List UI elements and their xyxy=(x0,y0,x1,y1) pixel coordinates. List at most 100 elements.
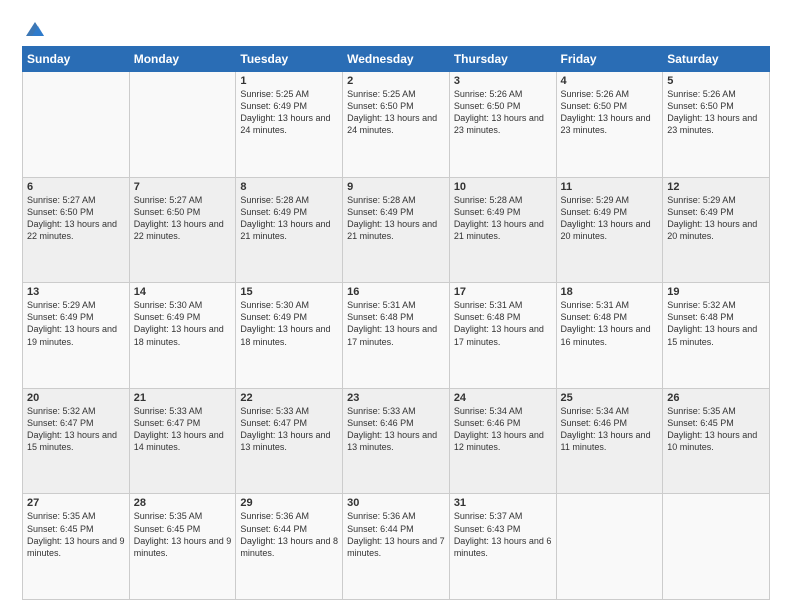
day-cell: 20Sunrise: 5:32 AM Sunset: 6:47 PM Dayli… xyxy=(23,388,130,494)
day-info: Sunrise: 5:32 AM Sunset: 6:47 PM Dayligh… xyxy=(27,405,125,454)
col-header-tuesday: Tuesday xyxy=(236,47,343,72)
day-cell: 24Sunrise: 5:34 AM Sunset: 6:46 PM Dayli… xyxy=(449,388,556,494)
day-cell: 19Sunrise: 5:32 AM Sunset: 6:48 PM Dayli… xyxy=(663,283,770,389)
day-number: 1 xyxy=(240,75,338,87)
day-number: 5 xyxy=(667,75,765,87)
day-info: Sunrise: 5:29 AM Sunset: 6:49 PM Dayligh… xyxy=(27,299,125,348)
day-number: 3 xyxy=(454,75,552,87)
day-info: Sunrise: 5:36 AM Sunset: 6:44 PM Dayligh… xyxy=(347,510,445,559)
week-row: 27Sunrise: 5:35 AM Sunset: 6:45 PM Dayli… xyxy=(23,494,770,600)
day-number: 9 xyxy=(347,181,445,193)
day-number: 2 xyxy=(347,75,445,87)
day-info: Sunrise: 5:33 AM Sunset: 6:47 PM Dayligh… xyxy=(134,405,232,454)
day-cell: 4Sunrise: 5:26 AM Sunset: 6:50 PM Daylig… xyxy=(556,72,663,178)
day-info: Sunrise: 5:26 AM Sunset: 6:50 PM Dayligh… xyxy=(561,88,659,137)
day-cell: 28Sunrise: 5:35 AM Sunset: 6:45 PM Dayli… xyxy=(129,494,236,600)
day-cell: 16Sunrise: 5:31 AM Sunset: 6:48 PM Dayli… xyxy=(343,283,450,389)
day-cell: 27Sunrise: 5:35 AM Sunset: 6:45 PM Dayli… xyxy=(23,494,130,600)
day-number: 25 xyxy=(561,392,659,404)
day-cell: 15Sunrise: 5:30 AM Sunset: 6:49 PM Dayli… xyxy=(236,283,343,389)
day-cell: 8Sunrise: 5:28 AM Sunset: 6:49 PM Daylig… xyxy=(236,177,343,283)
day-cell: 12Sunrise: 5:29 AM Sunset: 6:49 PM Dayli… xyxy=(663,177,770,283)
day-number: 14 xyxy=(134,286,232,298)
day-info: Sunrise: 5:31 AM Sunset: 6:48 PM Dayligh… xyxy=(454,299,552,348)
header xyxy=(22,18,770,36)
day-info: Sunrise: 5:27 AM Sunset: 6:50 PM Dayligh… xyxy=(27,194,125,243)
day-cell: 9Sunrise: 5:28 AM Sunset: 6:49 PM Daylig… xyxy=(343,177,450,283)
day-info: Sunrise: 5:31 AM Sunset: 6:48 PM Dayligh… xyxy=(347,299,445,348)
day-info: Sunrise: 5:33 AM Sunset: 6:46 PM Dayligh… xyxy=(347,405,445,454)
day-number: 7 xyxy=(134,181,232,193)
day-info: Sunrise: 5:29 AM Sunset: 6:49 PM Dayligh… xyxy=(667,194,765,243)
day-info: Sunrise: 5:31 AM Sunset: 6:48 PM Dayligh… xyxy=(561,299,659,348)
day-cell: 1Sunrise: 5:25 AM Sunset: 6:49 PM Daylig… xyxy=(236,72,343,178)
day-cell: 26Sunrise: 5:35 AM Sunset: 6:45 PM Dayli… xyxy=(663,388,770,494)
day-number: 31 xyxy=(454,497,552,509)
day-info: Sunrise: 5:35 AM Sunset: 6:45 PM Dayligh… xyxy=(134,510,232,559)
day-cell: 22Sunrise: 5:33 AM Sunset: 6:47 PM Dayli… xyxy=(236,388,343,494)
col-header-monday: Monday xyxy=(129,47,236,72)
day-cell: 30Sunrise: 5:36 AM Sunset: 6:44 PM Dayli… xyxy=(343,494,450,600)
day-info: Sunrise: 5:30 AM Sunset: 6:49 PM Dayligh… xyxy=(134,299,232,348)
day-cell: 5Sunrise: 5:26 AM Sunset: 6:50 PM Daylig… xyxy=(663,72,770,178)
calendar-table: SundayMondayTuesdayWednesdayThursdayFrid… xyxy=(22,46,770,600)
week-row: 1Sunrise: 5:25 AM Sunset: 6:49 PM Daylig… xyxy=(23,72,770,178)
day-cell: 6Sunrise: 5:27 AM Sunset: 6:50 PM Daylig… xyxy=(23,177,130,283)
week-row: 20Sunrise: 5:32 AM Sunset: 6:47 PM Dayli… xyxy=(23,388,770,494)
day-number: 26 xyxy=(667,392,765,404)
day-cell xyxy=(23,72,130,178)
day-number: 18 xyxy=(561,286,659,298)
col-header-wednesday: Wednesday xyxy=(343,47,450,72)
day-number: 16 xyxy=(347,286,445,298)
day-info: Sunrise: 5:26 AM Sunset: 6:50 PM Dayligh… xyxy=(667,88,765,137)
day-cell: 18Sunrise: 5:31 AM Sunset: 6:48 PM Dayli… xyxy=(556,283,663,389)
day-cell: 3Sunrise: 5:26 AM Sunset: 6:50 PM Daylig… xyxy=(449,72,556,178)
day-cell: 2Sunrise: 5:25 AM Sunset: 6:50 PM Daylig… xyxy=(343,72,450,178)
day-cell: 13Sunrise: 5:29 AM Sunset: 6:49 PM Dayli… xyxy=(23,283,130,389)
day-cell: 10Sunrise: 5:28 AM Sunset: 6:49 PM Dayli… xyxy=(449,177,556,283)
day-cell: 25Sunrise: 5:34 AM Sunset: 6:46 PM Dayli… xyxy=(556,388,663,494)
logo-icon xyxy=(24,18,46,40)
day-cell xyxy=(663,494,770,600)
day-number: 4 xyxy=(561,75,659,87)
day-number: 28 xyxy=(134,497,232,509)
day-number: 24 xyxy=(454,392,552,404)
col-header-sunday: Sunday xyxy=(23,47,130,72)
day-info: Sunrise: 5:28 AM Sunset: 6:49 PM Dayligh… xyxy=(240,194,338,243)
day-number: 12 xyxy=(667,181,765,193)
day-info: Sunrise: 5:28 AM Sunset: 6:49 PM Dayligh… xyxy=(454,194,552,243)
day-number: 27 xyxy=(27,497,125,509)
day-cell xyxy=(129,72,236,178)
day-number: 6 xyxy=(27,181,125,193)
page: SundayMondayTuesdayWednesdayThursdayFrid… xyxy=(0,0,792,612)
day-number: 22 xyxy=(240,392,338,404)
day-info: Sunrise: 5:35 AM Sunset: 6:45 PM Dayligh… xyxy=(27,510,125,559)
day-number: 8 xyxy=(240,181,338,193)
day-number: 17 xyxy=(454,286,552,298)
day-number: 10 xyxy=(454,181,552,193)
day-info: Sunrise: 5:27 AM Sunset: 6:50 PM Dayligh… xyxy=(134,194,232,243)
day-number: 19 xyxy=(667,286,765,298)
day-number: 11 xyxy=(561,181,659,193)
column-headers: SundayMondayTuesdayWednesdayThursdayFrid… xyxy=(23,47,770,72)
day-number: 13 xyxy=(27,286,125,298)
day-info: Sunrise: 5:33 AM Sunset: 6:47 PM Dayligh… xyxy=(240,405,338,454)
day-info: Sunrise: 5:30 AM Sunset: 6:49 PM Dayligh… xyxy=(240,299,338,348)
calendar-body: 1Sunrise: 5:25 AM Sunset: 6:49 PM Daylig… xyxy=(23,72,770,600)
day-info: Sunrise: 5:29 AM Sunset: 6:49 PM Dayligh… xyxy=(561,194,659,243)
day-number: 30 xyxy=(347,497,445,509)
col-header-thursday: Thursday xyxy=(449,47,556,72)
day-cell: 21Sunrise: 5:33 AM Sunset: 6:47 PM Dayli… xyxy=(129,388,236,494)
day-info: Sunrise: 5:25 AM Sunset: 6:50 PM Dayligh… xyxy=(347,88,445,137)
week-row: 13Sunrise: 5:29 AM Sunset: 6:49 PM Dayli… xyxy=(23,283,770,389)
day-number: 20 xyxy=(27,392,125,404)
col-header-friday: Friday xyxy=(556,47,663,72)
week-row: 6Sunrise: 5:27 AM Sunset: 6:50 PM Daylig… xyxy=(23,177,770,283)
day-info: Sunrise: 5:32 AM Sunset: 6:48 PM Dayligh… xyxy=(667,299,765,348)
day-info: Sunrise: 5:26 AM Sunset: 6:50 PM Dayligh… xyxy=(454,88,552,137)
day-cell: 14Sunrise: 5:30 AM Sunset: 6:49 PM Dayli… xyxy=(129,283,236,389)
day-number: 23 xyxy=(347,392,445,404)
day-cell: 7Sunrise: 5:27 AM Sunset: 6:50 PM Daylig… xyxy=(129,177,236,283)
day-number: 21 xyxy=(134,392,232,404)
day-cell: 17Sunrise: 5:31 AM Sunset: 6:48 PM Dayli… xyxy=(449,283,556,389)
